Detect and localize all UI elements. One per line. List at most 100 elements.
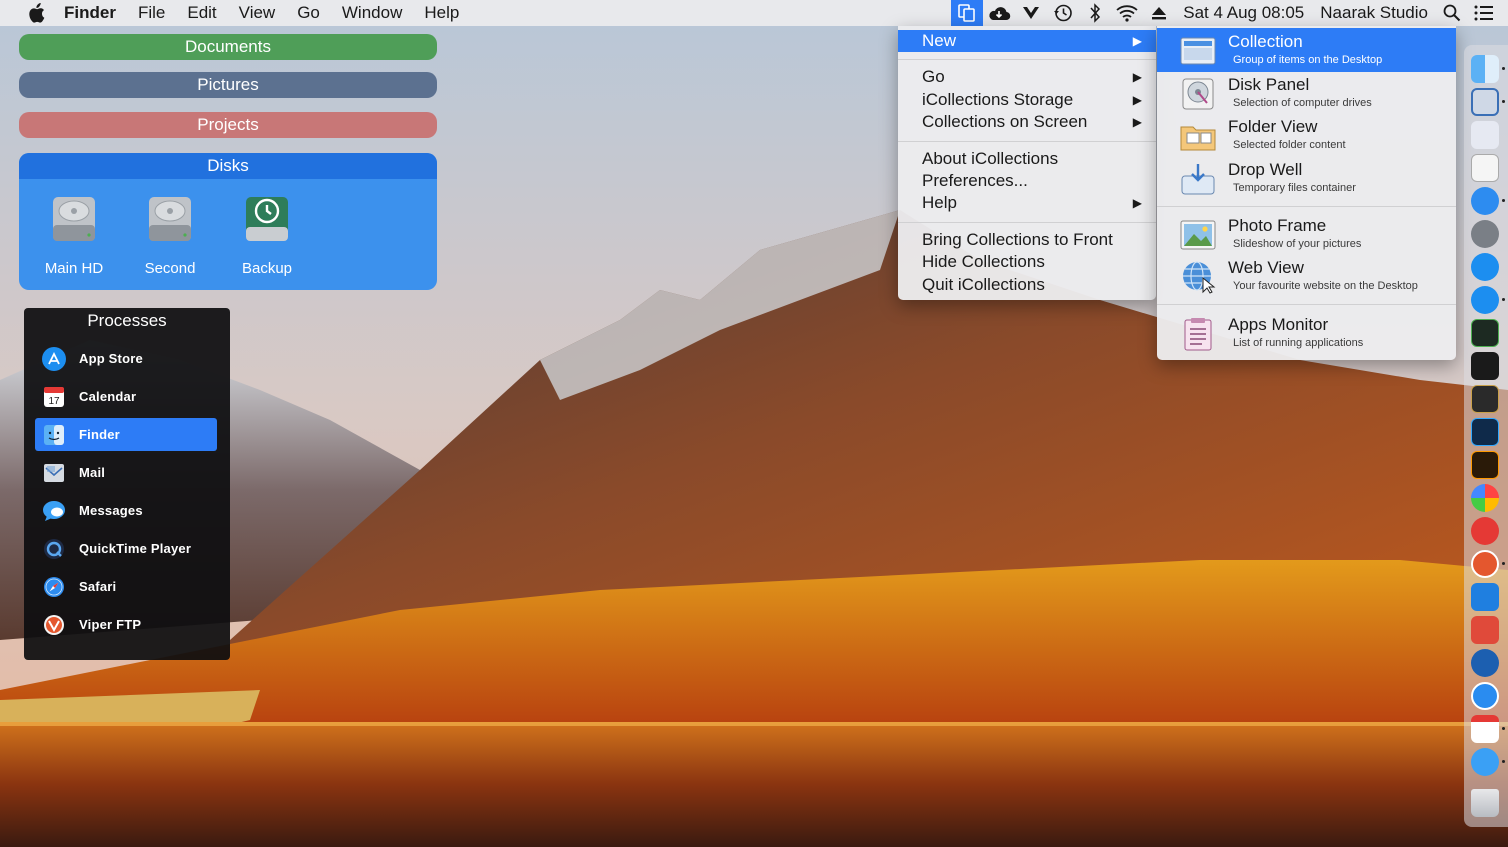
process-safari[interactable]: Safari (35, 570, 217, 603)
submenu-item-title: Photo Frame (1228, 216, 1327, 235)
preview-icon[interactable] (1471, 121, 1499, 149)
icollections-menu: New ▶ Go ▶ iCollections Storage ▶ Collec… (898, 26, 1156, 300)
menu-help[interactable]: Help (413, 0, 470, 26)
menu-finder[interactable]: Finder (64, 0, 127, 26)
screens-icon[interactable] (1471, 616, 1499, 644)
cloud-icon[interactable] (1471, 253, 1499, 281)
menu-separator (1157, 206, 1456, 207)
menu-item-new[interactable]: New ▶ (898, 30, 1156, 52)
process-viper-ftp[interactable]: Viper FTP (35, 608, 217, 641)
safari-icon (41, 574, 67, 600)
menu-window[interactable]: Window (331, 0, 413, 26)
spotlight-search-icon[interactable] (1436, 0, 1468, 26)
menu-file[interactable]: File (127, 0, 176, 26)
menu-item-bring-front[interactable]: Bring Collections to Front (898, 229, 1156, 251)
submenu-item-drop-well[interactable]: Drop Well Temporary files container (1157, 156, 1456, 200)
submenu-item-subtitle: Temporary files container (1233, 182, 1356, 194)
terminal-icon[interactable] (1471, 352, 1499, 380)
system-preferences-icon[interactable] (1471, 220, 1499, 248)
menu-item-quit[interactable]: Quit iCollections (898, 274, 1156, 296)
process-label: Mail (79, 465, 106, 480)
rapidweaver-icon[interactable] (1471, 517, 1499, 545)
process-app-store[interactable]: App Store (35, 342, 217, 375)
menu-go[interactable]: Go (286, 0, 331, 26)
collection-documents[interactable]: Documents (19, 34, 437, 60)
submenu-item-title: Drop Well (1228, 160, 1303, 179)
web-view-icon (1183, 261, 1216, 294)
menu-item-preferences[interactable]: Preferences... (898, 170, 1156, 192)
disk-backup[interactable]: Backup (227, 191, 307, 277)
textedit-icon[interactable] (1471, 154, 1499, 182)
disks-panel-title[interactable]: Disks (19, 153, 437, 179)
process-label: Finder (79, 427, 120, 442)
console-icon[interactable] (1471, 385, 1499, 413)
notification-center-icon[interactable] (1468, 0, 1500, 26)
eject-icon[interactable] (1143, 0, 1175, 26)
submenu-item-subtitle: Selected folder content (1233, 139, 1346, 151)
menu-edit[interactable]: Edit (176, 0, 227, 26)
messages-icon[interactable] (1471, 748, 1499, 776)
submenu-item-photo-frame[interactable]: Photo Frame Slideshow of your pictures (1157, 212, 1456, 256)
disk-main-hd[interactable]: Main HD (34, 191, 114, 277)
xcode-icon[interactable] (1471, 583, 1499, 611)
submenu-item-title: Collection (1228, 32, 1303, 51)
menu-separator (898, 59, 1156, 60)
disk-second[interactable]: Second (130, 191, 210, 277)
submenu-item-disk-panel[interactable]: Disk Panel Selection of computer drives (1157, 71, 1456, 115)
wifi-icon[interactable] (1111, 0, 1143, 26)
process-finder[interactable]: Finder (35, 418, 217, 451)
submenu-item-subtitle: Selection of computer drives (1233, 97, 1372, 109)
submenu-item-web-view[interactable]: Web View Your favourite website on the D… (1157, 254, 1456, 298)
submenu-item-collection[interactable]: Collection Group of items on the Desktop (1157, 28, 1456, 72)
process-messages[interactable]: Messages (35, 494, 217, 527)
mail-icon[interactable] (1471, 88, 1499, 116)
cloud-icon[interactable] (983, 0, 1015, 26)
menu-item-on-screen[interactable]: Collections on Screen ▶ (898, 111, 1156, 133)
process-quicktime[interactable]: QuickTime Player (35, 532, 217, 565)
collection-pictures[interactable]: Pictures (19, 72, 437, 98)
submenu-item-title: Folder View (1228, 117, 1318, 136)
teamviewer-icon[interactable] (1471, 682, 1499, 710)
menu-item-label: Collections on Screen (922, 112, 1088, 131)
menu-item-help[interactable]: Help ▶ (898, 192, 1156, 214)
app-store-icon[interactable] (1471, 286, 1499, 314)
new-submenu: Collection Group of items on the Desktop… (1157, 26, 1456, 360)
activity-monitor-icon[interactable] (1471, 319, 1499, 347)
submenu-item-apps-monitor[interactable]: Apps Monitor List of running application… (1157, 311, 1456, 355)
running-indicator (1502, 199, 1505, 202)
submenu-item-subtitle: Slideshow of your pictures (1233, 238, 1362, 250)
photos-icon[interactable] (1471, 484, 1499, 512)
process-calendar[interactable]: 17 Calendar (35, 380, 217, 413)
calendar-icon[interactable] (1471, 715, 1499, 743)
viper-icon[interactable] (1015, 0, 1047, 26)
trash-icon[interactable] (1471, 789, 1499, 817)
menu-separator (898, 141, 1156, 142)
photoshop-icon[interactable] (1471, 418, 1499, 446)
finder-icon[interactable] (1471, 55, 1499, 83)
menubar-clock[interactable]: Sat 4 Aug 08:05 (1175, 0, 1312, 26)
safari-icon[interactable] (1471, 187, 1499, 215)
menu-item-hide[interactable]: Hide Collections (898, 251, 1156, 273)
submenu-arrow-icon: ▶ (1132, 196, 1142, 210)
menu-view[interactable]: View (228, 0, 287, 26)
transmit-icon[interactable] (1471, 649, 1499, 677)
collection-projects[interactable]: Projects (19, 112, 437, 138)
menu-item-storage[interactable]: iCollections Storage ▶ (898, 89, 1156, 111)
processes-title[interactable]: Processes (24, 308, 230, 334)
icollections-icon[interactable] (951, 0, 984, 26)
process-mail[interactable]: Mail (35, 456, 217, 489)
illustrator-icon[interactable] (1471, 451, 1499, 479)
viper-ftp-icon[interactable] (1471, 550, 1499, 578)
apple-icon[interactable] (22, 3, 50, 23)
menu-item-go[interactable]: Go ▶ (898, 66, 1156, 88)
submenu-item-title: Web View (1228, 258, 1304, 277)
menubar-user[interactable]: Naarak Studio (1312, 0, 1436, 26)
bluetooth-icon[interactable] (1079, 0, 1111, 26)
time-machine-icon[interactable] (1047, 0, 1079, 26)
calendar-icon: 17 (41, 384, 67, 410)
menu-separator (1157, 304, 1456, 305)
status-area: Sat 4 Aug 08:05 Naarak Studio (951, 0, 1508, 26)
menu-item-label: Preferences... (922, 171, 1028, 190)
menu-item-about[interactable]: About iCollections (898, 148, 1156, 170)
submenu-item-folder-view[interactable]: Folder View Selected folder content (1157, 113, 1456, 157)
